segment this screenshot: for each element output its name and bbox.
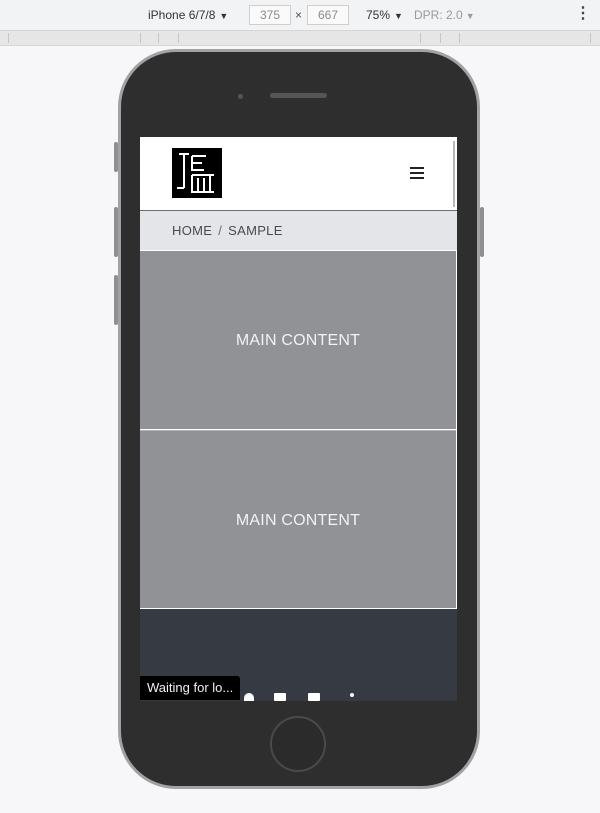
menu-bar — [410, 172, 424, 174]
dpr-select[interactable]: DPR: 2.0 ▼ — [414, 7, 475, 23]
device-select[interactable]: iPhone 6/7/8 ▼ — [148, 7, 228, 23]
ruler-tick — [420, 33, 421, 43]
zoom-select[interactable]: 75% ▼ — [366, 7, 403, 23]
main-content-block: MAIN CONTENT — [140, 430, 456, 608]
main-content-block: MAIN CONTENT — [140, 251, 456, 429]
hamburger-menu-icon[interactable] — [406, 162, 430, 186]
home-button[interactable] — [270, 716, 326, 772]
ruler-tick — [590, 33, 591, 43]
loading-status-bubble: Waiting for lo... — [140, 676, 241, 700]
zoom-value: 75% — [366, 8, 391, 22]
dropdown-caret-icon: ▼ — [219, 11, 229, 21]
device-name: iPhone 6/7/8 — [148, 8, 216, 22]
power-button — [480, 207, 484, 257]
ruler-tick — [178, 33, 179, 43]
breadcrumb: HOME / SAMPLE — [140, 211, 457, 250]
device-toolbar: iPhone 6/7/8 ▼ 375 × 667 75% ▼ DPR: 2.0 ▼ ⋮ — [0, 0, 600, 31]
ruler-tick — [140, 33, 141, 43]
more-vert-icon[interactable]: ⋮ — [575, 4, 591, 24]
width-input[interactable]: 375 — [249, 5, 291, 25]
media-query-ruler[interactable] — [0, 31, 600, 46]
height-input[interactable]: 667 — [307, 5, 349, 25]
scrollbar[interactable] — [453, 141, 455, 207]
emulated-screen: HOME / SAMPLE MAIN CONTENT MAIN CONTENT — [140, 137, 457, 701]
dropdown-caret-icon: ▼ — [465, 11, 475, 21]
breadcrumb-separator: / — [218, 223, 223, 238]
ruler-tick — [459, 33, 460, 43]
social-icon[interactable] — [244, 693, 254, 701]
breadcrumb-trail: HOME / SAMPLE — [172, 211, 283, 250]
footer-social-icons — [244, 693, 364, 701]
dimension-separator: × — [295, 8, 303, 22]
menu-bar — [410, 177, 424, 179]
ruler-tick — [440, 33, 441, 43]
logo-mark-icon — [172, 148, 222, 198]
social-icon[interactable] — [350, 693, 354, 697]
social-icon[interactable] — [308, 693, 320, 701]
breadcrumb-home-link[interactable]: HOME — [172, 223, 212, 238]
main-content-label: MAIN CONTENT — [235, 512, 361, 529]
ruler-tick — [158, 33, 159, 43]
dpr-value: DPR: 2.0 — [414, 8, 463, 22]
site-header — [140, 137, 457, 211]
breadcrumb-current: SAMPLE — [228, 223, 283, 238]
front-camera — [238, 94, 243, 99]
earpiece-speaker — [270, 93, 327, 98]
social-icon[interactable] — [274, 693, 286, 701]
ruler-tick — [8, 33, 9, 43]
dropdown-caret-icon: ▼ — [394, 11, 403, 21]
brand-logo[interactable] — [172, 148, 222, 198]
main-content-label: MAIN CONTENT — [235, 332, 361, 349]
menu-bar — [410, 167, 424, 169]
